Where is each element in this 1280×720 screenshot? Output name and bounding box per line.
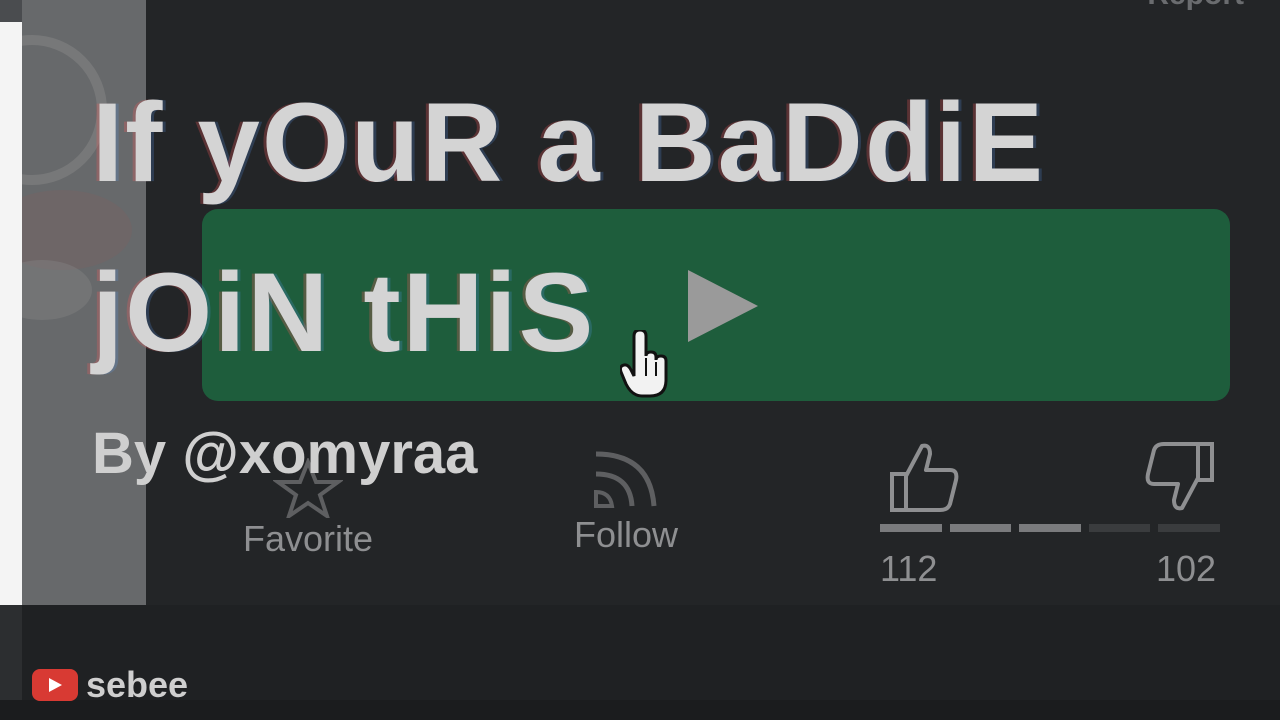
game-title: If yOuR a BaDdiE jOiN tHiS bbox=[92, 80, 1046, 375]
game-details-page: Report If yOuR a BaDdiE jOiN tHiS By @xo… bbox=[0, 0, 1280, 720]
channel-name: sebee bbox=[86, 664, 189, 705]
follow-label: Follow bbox=[573, 514, 679, 555]
report-link[interactable]: Report bbox=[1147, 0, 1244, 12]
vote-bar-segment bbox=[949, 524, 1012, 532]
upvote-count: 112 bbox=[880, 548, 938, 589]
thumbs-down-icon[interactable] bbox=[1144, 440, 1218, 514]
follow-button[interactable]: Follow bbox=[556, 440, 696, 556]
creator-byline[interactable]: By @xomyraa bbox=[92, 420, 477, 487]
downvote-count: 102 bbox=[1156, 548, 1217, 589]
vote-bar-segment bbox=[1088, 524, 1151, 532]
youtube-logo-icon bbox=[32, 669, 78, 701]
hand-cursor-icon bbox=[620, 330, 668, 398]
thumbs-up-icon[interactable] bbox=[886, 440, 960, 514]
play-icon bbox=[688, 270, 758, 342]
thumbnail-edge bbox=[0, 22, 22, 605]
vote-bar-segment bbox=[1019, 524, 1081, 532]
vote-bar-segment bbox=[1158, 524, 1220, 532]
footer-divider bbox=[0, 700, 1280, 720]
favorite-label: Favorite bbox=[242, 518, 374, 559]
vote-bar-segment bbox=[880, 524, 942, 532]
vote-ratio-bar bbox=[880, 524, 1220, 532]
rss-follow-icon bbox=[594, 451, 657, 508]
channel-watermark: sebee bbox=[32, 664, 188, 706]
